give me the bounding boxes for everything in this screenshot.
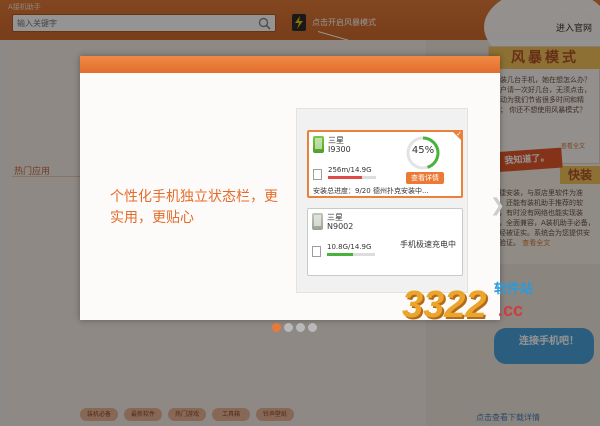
storage-usage: 10.8G/14.9G	[327, 243, 372, 251]
storage-usage: 256m/14.9G	[328, 166, 372, 174]
watermark-domain: .cc	[498, 300, 524, 320]
pager-dot[interactable]	[284, 323, 293, 332]
pager-dot[interactable]	[272, 323, 281, 332]
site-watermark-logo: 3322 软件站 .cc	[396, 272, 556, 332]
device-model: I9300	[328, 145, 351, 154]
pager-dot[interactable]	[296, 323, 305, 332]
storage-icon	[312, 246, 321, 257]
selected-check-icon: ✓	[451, 130, 463, 142]
device-status-panel: ✓ 三星 I9300 256m/14.9G 45% 查看详情 安装总进度：9/2…	[296, 108, 468, 293]
device-card-2[interactable]: 三星 N9002 10.8G/14.9G 手机极速充电中	[307, 208, 463, 276]
watermark-digits: 3322	[402, 284, 487, 326]
storage-bar-fill	[328, 176, 362, 179]
phone-icon	[313, 136, 324, 153]
pager-dot[interactable]	[308, 323, 317, 332]
storage-icon	[313, 169, 322, 180]
device-card-1[interactable]: ✓ 三星 I9300 256m/14.9G 45% 查看详情 安装总进度：9/2…	[307, 130, 463, 198]
device-model: N9002	[327, 222, 354, 231]
view-details-button[interactable]: 查看详情	[406, 172, 444, 184]
storage-bar-fill	[327, 253, 354, 256]
storage-bar	[328, 176, 376, 179]
feature-slogan: 个性化手机独立状态栏，更实用，更贴心	[110, 189, 278, 226]
slide-pager	[272, 323, 317, 332]
install-status-text: 安装总进度：9/20 德州扑克安装中...	[313, 187, 429, 195]
next-slide-arrow-icon[interactable]: ❯	[490, 195, 505, 216]
phone-icon	[312, 213, 323, 230]
charging-status: 手机极速充电中	[400, 240, 456, 249]
install-progress-percent: 45%	[411, 145, 435, 156]
modal-header	[80, 56, 500, 73]
storage-bar	[327, 253, 375, 256]
watermark-site-name: 软件站	[494, 282, 534, 297]
